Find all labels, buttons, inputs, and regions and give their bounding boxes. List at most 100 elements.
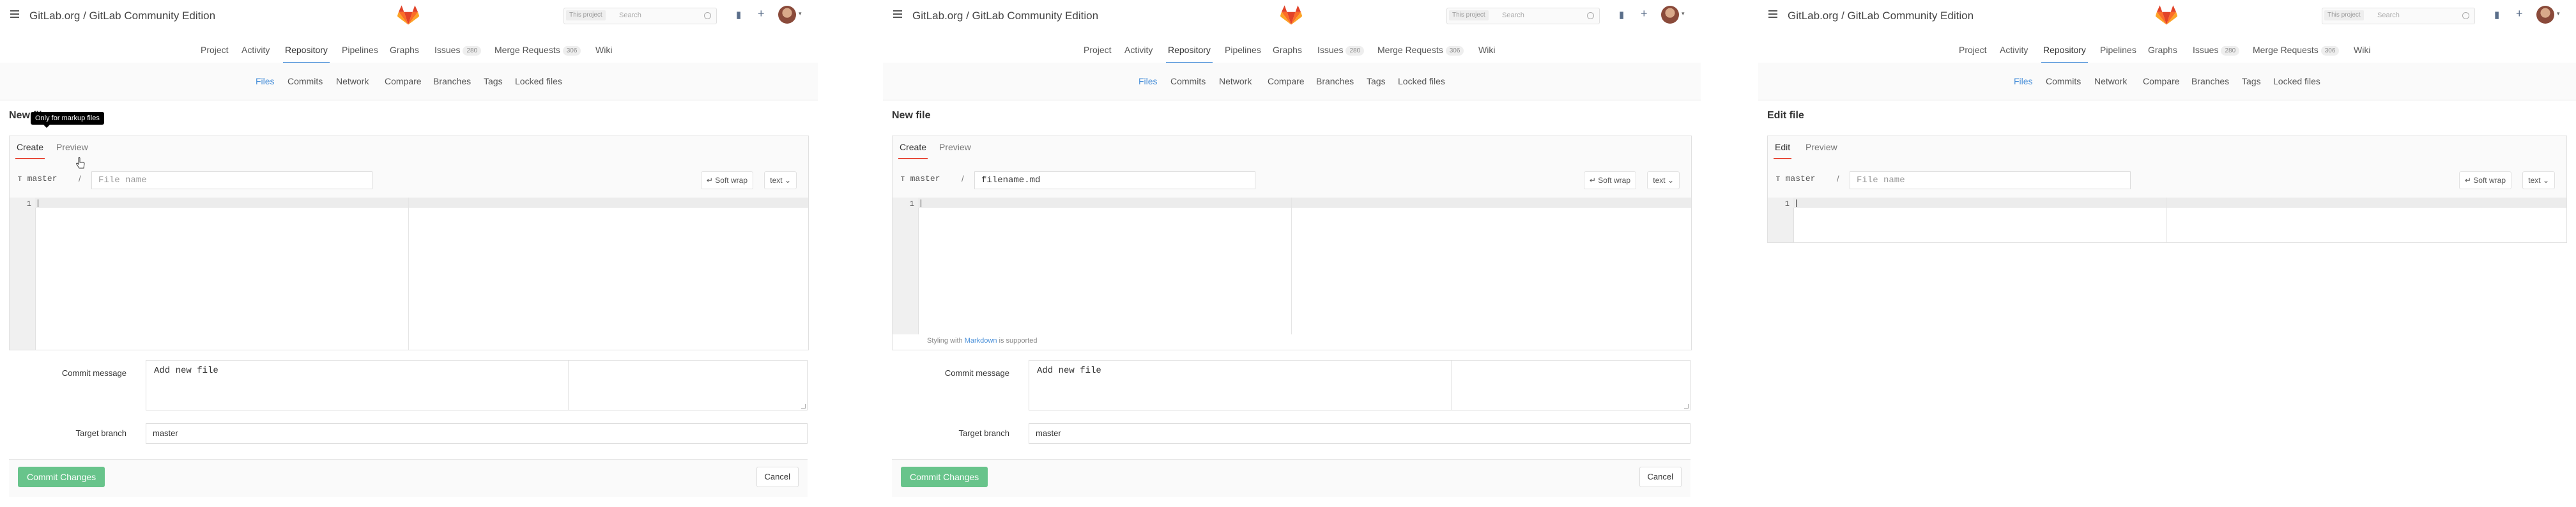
cancel-button[interactable]: Cancel: [756, 467, 799, 487]
tab-wiki[interactable]: Wiki: [2354, 45, 2370, 55]
filename-input[interactable]: File name: [91, 171, 372, 189]
search-field[interactable]: This project Search: [2322, 8, 2475, 24]
subtab-commits[interactable]: Commits: [1170, 76, 1206, 86]
subtab-compare[interactable]: Compare: [1268, 76, 1305, 86]
tab-repository[interactable]: Repository: [283, 45, 330, 63]
tab-activity[interactable]: Activity: [2000, 45, 2028, 55]
tab-wiki[interactable]: Wiki: [1478, 45, 1495, 55]
subtab-tags[interactable]: Tags: [484, 76, 503, 86]
project-title[interactable]: GitLab.org / GitLab Community Edition: [29, 10, 215, 22]
subtab-files[interactable]: Files: [1138, 76, 1158, 86]
subtab-compare[interactable]: Compare: [2143, 76, 2180, 86]
chevron-down-icon[interactable]: ▾: [2557, 10, 2560, 17]
active-line[interactable]: [918, 198, 1691, 208]
commit-changes-button[interactable]: Commit Changes: [901, 467, 988, 487]
commit-message-input[interactable]: Add new file: [146, 360, 808, 410]
tab-repository[interactable]: Repository: [2041, 45, 2088, 63]
avatar[interactable]: [2536, 6, 2554, 24]
menu-icon[interactable]: [893, 10, 902, 19]
target-branch-input[interactable]: master: [146, 423, 808, 444]
tab-preview[interactable]: Preview: [939, 142, 971, 152]
file-type-dropdown[interactable]: text ⌄: [2522, 171, 2555, 189]
subtab-tags[interactable]: Tags: [1367, 76, 1386, 86]
active-line[interactable]: [35, 198, 808, 208]
commit-changes-button[interactable]: Commit Changes: [18, 467, 105, 487]
search-field[interactable]: This project Search: [564, 8, 717, 24]
plus-icon[interactable]: +: [1641, 7, 1648, 20]
subtab-locked-files[interactable]: Locked files: [515, 76, 562, 86]
markdown-link[interactable]: Markdown: [965, 337, 997, 345]
tab-project[interactable]: Project: [1959, 45, 1987, 55]
chevron-down-icon[interactable]: ▾: [799, 10, 802, 17]
menu-icon[interactable]: [1768, 10, 1777, 19]
subtab-tags[interactable]: Tags: [2242, 76, 2261, 86]
subtab-network[interactable]: Network: [1219, 76, 1252, 86]
tab-edit[interactable]: Edit: [1773, 142, 1792, 159]
tab-create[interactable]: Create: [15, 142, 45, 159]
search-field[interactable]: This project Search: [1446, 8, 1600, 24]
top-bar: GitLab.org / GitLab Community Edition Th…: [0, 0, 818, 32]
todo-icon[interactable]: ▮: [2494, 9, 2499, 20]
tab-activity[interactable]: Activity: [1124, 45, 1153, 55]
active-line[interactable]: [1793, 198, 2566, 208]
subtab-files[interactable]: Files: [2014, 76, 2033, 86]
tab-issues[interactable]: Issues 280: [1317, 45, 1365, 56]
tab-merge-requests[interactable]: Merge Requests 306: [2253, 45, 2340, 56]
subtab-commits[interactable]: Commits: [288, 76, 323, 86]
soft-wrap-button[interactable]: ↵ Soft wrap: [1583, 171, 1636, 189]
plus-icon[interactable]: +: [758, 7, 765, 20]
tab-pipelines[interactable]: Pipelines: [342, 45, 378, 55]
tab-activity[interactable]: Activity: [241, 45, 270, 55]
filename-input[interactable]: File name: [1850, 171, 2131, 189]
resize-handle-icon[interactable]: [801, 404, 806, 409]
gitlab-logo-icon[interactable]: [1280, 5, 1302, 26]
tab-project[interactable]: Project: [1084, 45, 1112, 55]
cancel-button[interactable]: Cancel: [1639, 467, 1682, 487]
subtab-locked-files[interactable]: Locked files: [1398, 76, 1445, 86]
tab-issues[interactable]: Issues 280: [2193, 45, 2240, 56]
subtab-branches[interactable]: Branches: [1316, 76, 1354, 86]
subtab-compare[interactable]: Compare: [385, 76, 422, 86]
tab-preview[interactable]: Preview: [56, 142, 88, 152]
plus-icon[interactable]: +: [2516, 7, 2523, 20]
subtab-files[interactable]: Files: [256, 76, 275, 86]
tab-merge-requests[interactable]: Merge Requests 306: [494, 45, 581, 56]
project-nav: Project Activity Repository Pipelines Gr…: [1758, 32, 2576, 63]
tab-create[interactable]: Create: [898, 142, 928, 159]
avatar[interactable]: [778, 6, 796, 24]
soft-wrap-button[interactable]: ↵ Soft wrap: [2458, 171, 2511, 189]
subtab-network[interactable]: Network: [2094, 76, 2127, 86]
tab-pipelines[interactable]: Pipelines: [2100, 45, 2136, 55]
tab-pipelines[interactable]: Pipelines: [1225, 45, 1261, 55]
tab-graphs[interactable]: Graphs: [2148, 45, 2177, 55]
filename-input[interactable]: filename.md: [974, 171, 1255, 189]
avatar[interactable]: [1661, 6, 1679, 24]
tab-graphs[interactable]: Graphs: [390, 45, 419, 55]
file-type-dropdown[interactable]: text ⌄: [764, 171, 797, 189]
resize-handle-icon[interactable]: [1684, 404, 1689, 409]
project-title[interactable]: GitLab.org / GitLab Community Edition: [1788, 10, 1974, 22]
commit-message-input[interactable]: Add new file: [1029, 360, 1690, 410]
menu-icon[interactable]: [10, 10, 19, 19]
chevron-down-icon[interactable]: ▾: [1682, 10, 1685, 17]
tab-preview[interactable]: Preview: [1805, 142, 1837, 152]
subtab-branches[interactable]: Branches: [2191, 76, 2229, 86]
target-branch-input[interactable]: master: [1029, 423, 1690, 444]
tab-project[interactable]: Project: [201, 45, 229, 55]
subtab-commits[interactable]: Commits: [2046, 76, 2081, 86]
subtab-branches[interactable]: Branches: [433, 76, 471, 86]
subtab-locked-files[interactable]: Locked files: [2273, 76, 2320, 86]
soft-wrap-button[interactable]: ↵ Soft wrap: [700, 171, 753, 189]
tab-wiki[interactable]: Wiki: [595, 45, 612, 55]
file-type-dropdown[interactable]: text ⌄: [1647, 171, 1680, 189]
tab-repository[interactable]: Repository: [1166, 45, 1213, 63]
tab-issues[interactable]: Issues 280: [434, 45, 482, 56]
gitlab-logo-icon[interactable]: [2156, 5, 2177, 26]
gitlab-logo-icon[interactable]: [397, 5, 419, 26]
todo-icon[interactable]: ▮: [1619, 9, 1624, 20]
project-title[interactable]: GitLab.org / GitLab Community Edition: [912, 10, 1098, 22]
todo-icon[interactable]: ▮: [736, 9, 741, 20]
tab-graphs[interactable]: Graphs: [1273, 45, 1302, 55]
tab-merge-requests[interactable]: Merge Requests 306: [1377, 45, 1464, 56]
subtab-network[interactable]: Network: [336, 76, 369, 86]
